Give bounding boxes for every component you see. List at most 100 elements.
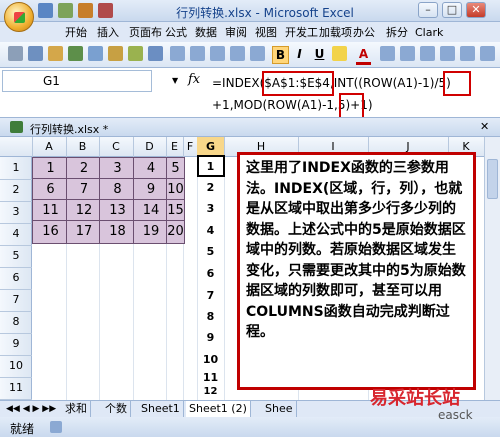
highlight-mod — [339, 93, 364, 119]
row-header[interactable]: 10 — [0, 355, 32, 378]
align-center-icon[interactable] — [190, 46, 205, 61]
g-value: 12 — [203, 386, 218, 397]
workbook-titlebar: 行列转换.xlsx * ✕ — [0, 117, 500, 137]
grid-cell[interactable]: 19 — [133, 220, 169, 244]
sheet-tab-sheet1-2[interactable]: Sheet1 (2) — [186, 401, 251, 417]
select-all-corner[interactable] — [0, 137, 33, 157]
col-header-f[interactable]: F — [183, 137, 198, 157]
tab-view[interactable]: 视图 — [252, 24, 280, 41]
name-box[interactable]: G1 — [2, 70, 152, 92]
g-value: 6 — [206, 267, 215, 280]
grid-cell[interactable]: 17 — [66, 220, 102, 244]
status-text: 就绪 — [10, 422, 35, 436]
col-header-a[interactable]: A — [32, 137, 67, 157]
sheet-tab-count[interactable]: 个数 — [102, 401, 131, 417]
col-header-e[interactable]: E — [166, 137, 184, 157]
brush-icon[interactable] — [108, 46, 123, 61]
sheet-tab-partial[interactable]: Shee — [262, 401, 297, 417]
vertical-scrollbar[interactable] — [484, 137, 500, 400]
row-header[interactable]: 9 — [0, 333, 32, 356]
workbook-name: 行列转换.xlsx * — [30, 123, 109, 136]
format-painter-icon[interactable] — [68, 46, 83, 61]
table-icon[interactable] — [148, 46, 163, 61]
tab-clark[interactable]: Clark — [412, 24, 446, 41]
sheet-tab-sum[interactable]: 求和 — [62, 401, 91, 417]
tab-data[interactable]: 数据 — [192, 24, 220, 41]
indent-icon[interactable] — [250, 46, 265, 61]
title-bar: 行列转换.xlsx - Microsoft Excel – □ ✕ — [0, 0, 500, 22]
watermark-sub: easck — [438, 408, 473, 422]
tab-page-layout[interactable]: 页面布 — [126, 24, 165, 41]
undo-icon[interactable] — [58, 3, 73, 18]
cut-icon[interactable] — [8, 46, 23, 61]
office-button[interactable] — [4, 2, 34, 32]
number-format-icon[interactable] — [440, 46, 455, 61]
wrap-text-icon[interactable] — [420, 46, 435, 61]
ribbon-toolbar: B I U A — [0, 42, 500, 68]
tab-scroll-icon[interactable]: ◀◀ ◀ ▶ ▶▶ — [6, 404, 56, 414]
row-header[interactable]: 7 — [0, 289, 32, 312]
underline-button[interactable]: U — [312, 46, 327, 62]
col-header-d[interactable]: D — [133, 137, 167, 157]
col-header-c[interactable]: C — [99, 137, 134, 157]
justify-icon[interactable] — [230, 46, 245, 61]
scroll-thumb[interactable] — [487, 159, 498, 199]
g-value: 11 — [202, 371, 219, 384]
g-value: 2 — [206, 181, 215, 194]
sheet-tab-sheet1[interactable]: Sheet1 — [138, 401, 184, 417]
g-value: 10 — [202, 353, 219, 366]
percent-icon[interactable] — [460, 46, 475, 61]
maximize-button[interactable]: □ — [442, 2, 462, 18]
macro-record-icon[interactable] — [50, 421, 62, 433]
copy-icon[interactable] — [28, 46, 43, 61]
save-icon[interactable] — [38, 3, 53, 18]
redo-icon[interactable] — [78, 3, 93, 18]
chart-icon[interactable] — [128, 46, 143, 61]
col-header-b[interactable]: B — [66, 137, 100, 157]
row-header[interactable]: 11 — [0, 377, 32, 400]
grid-cell[interactable]: 18 — [99, 220, 136, 244]
tab-insert[interactable]: 插入 — [94, 24, 122, 41]
quick-access-toolbar — [38, 3, 120, 19]
row-header[interactable]: 8 — [0, 311, 32, 334]
tab-office[interactable]: 办公 — [350, 24, 378, 41]
paste-icon[interactable] — [48, 46, 63, 61]
bold-button[interactable]: B — [272, 46, 289, 64]
watermark-logo: 易采站长站 easck — [370, 384, 500, 424]
customize-icon[interactable] — [98, 3, 113, 18]
print-icon[interactable] — [88, 46, 103, 61]
close-workbook-icon[interactable]: ✕ — [480, 120, 489, 133]
row-headers: 1 2 3 4 5 6 7 8 9 10 11 — [0, 157, 32, 400]
row-header[interactable]: 1 — [0, 157, 32, 180]
align-left-icon[interactable] — [170, 46, 185, 61]
row-header[interactable]: 5 — [0, 245, 32, 268]
minimize-button[interactable]: – — [418, 2, 438, 18]
tab-split[interactable]: 拆分 — [383, 24, 411, 41]
gridline — [224, 157, 225, 400]
row-header[interactable]: 3 — [0, 201, 32, 224]
annotation-textbox[interactable]: 这里用了INDEX函数的三参数用法。INDEX(区域，行，列），也就是从区域中取… — [237, 152, 476, 390]
col-header-g[interactable]: G — [197, 137, 225, 157]
g-value: 7 — [206, 289, 215, 302]
tab-formulas[interactable]: 公式 — [162, 24, 190, 41]
align-right-icon[interactable] — [210, 46, 225, 61]
grid-cell[interactable]: 16 — [32, 220, 69, 244]
border-icon[interactable] — [380, 46, 395, 61]
highlight-range — [262, 71, 334, 96]
merge-icon[interactable] — [400, 46, 415, 61]
italic-button[interactable]: I — [292, 46, 307, 62]
tab-review[interactable]: 审阅 — [222, 24, 250, 41]
row-header[interactable]: 2 — [0, 179, 32, 202]
chevron-down-icon[interactable]: ▼ — [172, 76, 178, 85]
font-color-button[interactable]: A — [356, 46, 371, 65]
close-button[interactable]: ✕ — [466, 2, 486, 18]
insert-function-button[interactable]: fx — [188, 72, 200, 87]
row-header[interactable]: 6 — [0, 267, 32, 290]
row-header[interactable]: 4 — [0, 223, 32, 246]
fill-color-icon[interactable] — [332, 46, 347, 61]
grid-cell[interactable]: 20 — [166, 220, 185, 244]
tab-home[interactable]: 开始 — [62, 24, 90, 41]
excel-file-icon — [10, 121, 23, 133]
g-value: 3 — [206, 202, 215, 215]
more-icon[interactable] — [480, 46, 495, 61]
